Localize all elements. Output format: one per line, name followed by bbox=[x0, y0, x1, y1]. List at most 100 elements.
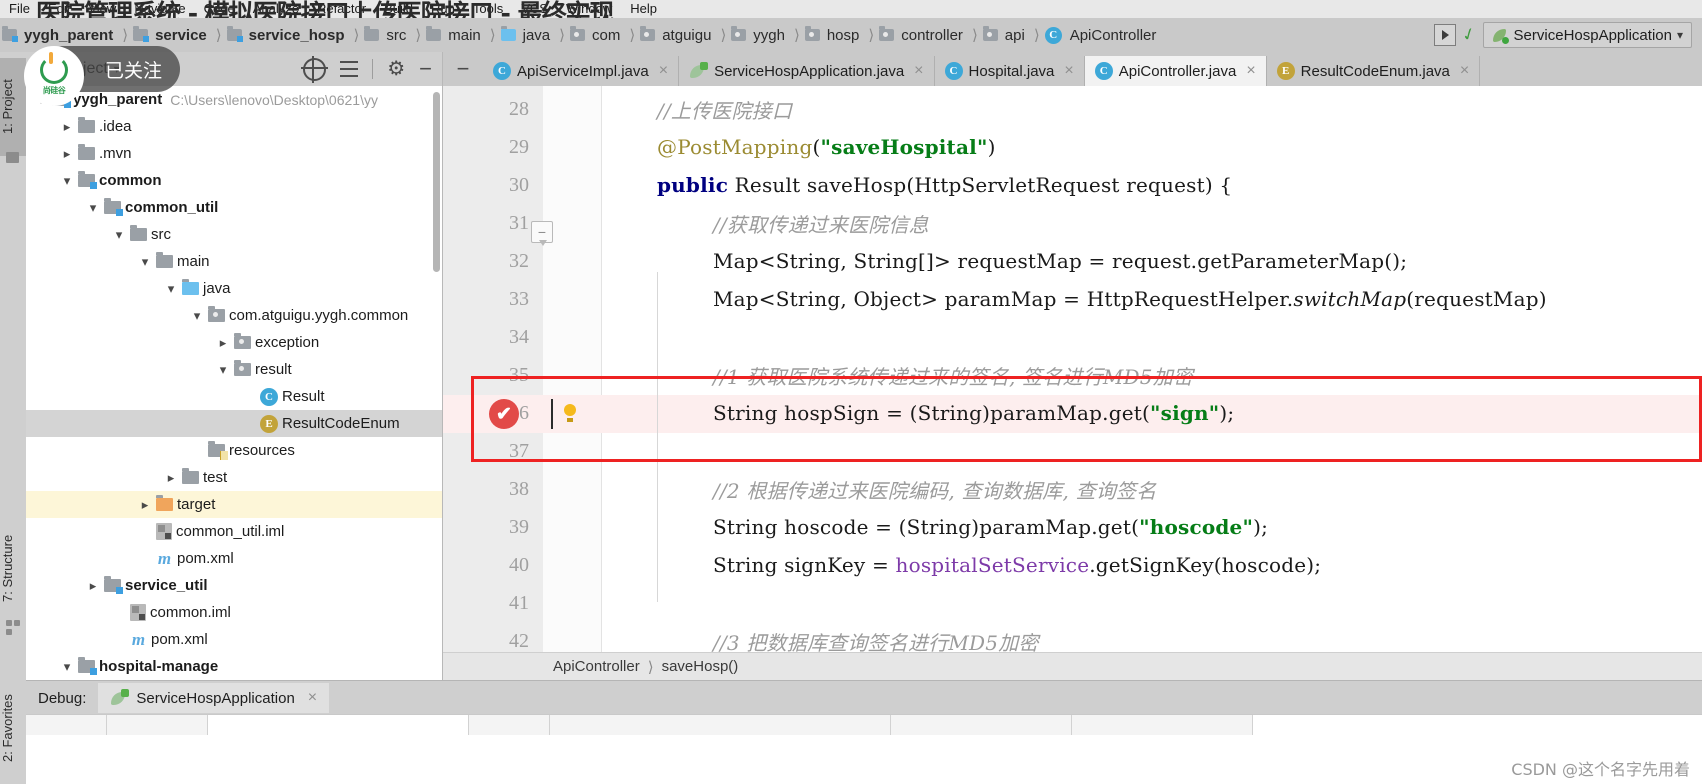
debug-cell[interactable] bbox=[1072, 715, 1253, 735]
code-editor[interactable]: 28 //上传医院接口 29 @PostMapping("saveHospital")… bbox=[443, 86, 1702, 652]
run-configuration-selector[interactable]: ServiceHospApplication ▾ bbox=[1482, 22, 1692, 48]
tree-row-pom-xml[interactable]: m pom.xml bbox=[26, 545, 442, 572]
menu-item-edit[interactable]: Edit bbox=[39, 0, 79, 18]
menu-item-run[interactable]: Run bbox=[422, 0, 464, 18]
tool-tab-structure[interactable]: 7: Structure bbox=[0, 512, 26, 624]
debug-cell[interactable] bbox=[891, 715, 1072, 735]
tree-row-common-util-iml[interactable]: common_util.iml bbox=[26, 518, 442, 545]
code-fold-marker[interactable]: − bbox=[531, 221, 553, 246]
tree-row--mvn[interactable]: ▸ .mvn bbox=[26, 140, 442, 167]
tree-row-pom-xml[interactable]: m pom.xml bbox=[26, 626, 442, 653]
debug-cell[interactable] bbox=[107, 715, 208, 735]
debug-cell[interactable] bbox=[26, 715, 107, 735]
editor-tab-hospital[interactable]: C Hospital.java × bbox=[934, 56, 1085, 86]
tool-tab-project[interactable]: 1: Project bbox=[0, 58, 26, 156]
breakpoint-icon[interactable]: ✔ bbox=[489, 399, 519, 429]
menu-item-view[interactable]: View bbox=[79, 0, 125, 18]
tree-twisty-expanded[interactable]: ▾ bbox=[108, 227, 130, 243]
menu-item-navigate[interactable]: Navigate bbox=[125, 0, 194, 18]
tree-row-result[interactable]: ▾ result bbox=[26, 356, 442, 383]
tree-twisty-collapsed[interactable]: ▸ bbox=[212, 335, 234, 351]
tree-twisty-expanded[interactable]: ▾ bbox=[82, 200, 104, 216]
close-icon[interactable]: × bbox=[914, 62, 923, 80]
tree-row-common-util[interactable]: ▾ common_util bbox=[26, 194, 442, 221]
tree-row-result[interactable]: C Result bbox=[26, 383, 442, 410]
tree-twisty-collapsed[interactable]: ▸ bbox=[56, 119, 78, 135]
tree-row-common[interactable]: ▾ common bbox=[26, 167, 442, 194]
close-icon[interactable]: × bbox=[659, 62, 668, 80]
code-line-39[interactable]: 39 String hoscode = (String)paramMap.get(… bbox=[443, 508, 1702, 546]
tree-row--idea[interactable]: ▸ .idea bbox=[26, 113, 442, 140]
code-line-32[interactable]: 32 Map<String, String[]> requestMap = req… bbox=[443, 242, 1702, 280]
breadcrumb-method-name[interactable]: saveHosp() bbox=[662, 658, 739, 675]
tree-row-service-util[interactable]: ▸ service_util bbox=[26, 572, 442, 599]
menu-item-build[interactable]: Build bbox=[375, 0, 422, 18]
tree-twisty-collapsed[interactable]: ▸ bbox=[160, 470, 182, 486]
breadcrumb-main[interactable]: main bbox=[424, 18, 487, 52]
close-icon[interactable]: × bbox=[1064, 62, 1073, 80]
code-line-33[interactable]: 33 Map<String, Object> paramMap = HttpReq… bbox=[443, 280, 1702, 318]
menu-item-vcs[interactable]: VCS bbox=[512, 0, 557, 18]
tool-tab-favorites[interactable]: 2: Favorites bbox=[0, 672, 26, 784]
editor-tab-servicehospapplication[interactable]: ServiceHospApplication.java × bbox=[679, 56, 935, 86]
tree-row-resultcodeenum[interactable]: E ResultCodeEnum bbox=[26, 410, 442, 437]
editor-tab-apicontroller[interactable]: C ApiController.java × bbox=[1084, 56, 1267, 86]
tree-twisty-expanded[interactable]: ▾ bbox=[134, 254, 156, 270]
hide-tabs-icon[interactable]: − bbox=[443, 52, 483, 86]
build-hammer-icon[interactable]: ✓ bbox=[1459, 23, 1479, 47]
intention-bulb-icon[interactable] bbox=[563, 404, 577, 422]
code-line-31[interactable]: 31 //获取传递过来医院信息 bbox=[443, 204, 1702, 242]
breadcrumb-apicontroller[interactable]: C ApiController bbox=[1043, 18, 1163, 52]
breadcrumb-class-name[interactable]: ApiController bbox=[553, 658, 640, 675]
tree-row-test[interactable]: ▸ test bbox=[26, 464, 442, 491]
code-line-29[interactable]: 29 @PostMapping("saveHospital") bbox=[443, 128, 1702, 166]
tree-row-resources[interactable]: resources bbox=[26, 437, 442, 464]
breadcrumb-api[interactable]: api bbox=[981, 18, 1031, 52]
close-icon[interactable]: × bbox=[308, 689, 317, 707]
tree-row-java[interactable]: ▾ java bbox=[26, 275, 442, 302]
menu-item-tools[interactable]: Tools bbox=[464, 0, 512, 18]
code-line-41[interactable]: 41 bbox=[443, 584, 1702, 622]
editor-tab-apiserviceimpl[interactable]: C ApiServiceImpl.java × bbox=[483, 56, 680, 86]
menu-item-analyze[interactable]: Analyze bbox=[244, 0, 308, 18]
breadcrumb-hosp[interactable]: hosp bbox=[803, 18, 866, 52]
code-line-35[interactable]: 35 //1 获取医院系统传递过来的签名, 签名进行MD5加密 bbox=[443, 356, 1702, 394]
breadcrumb-atguigu[interactable]: atguigu bbox=[638, 18, 717, 52]
code-line-42[interactable]: 42 //3 把数据库查询签名进行MD5加密 bbox=[443, 622, 1702, 653]
tree-row-target[interactable]: ▸ target bbox=[26, 491, 442, 518]
tree-row-hospital-manage[interactable]: ▾ hospital-manage bbox=[26, 653, 442, 680]
project-tree[interactable]: ▾ yygh_parent C:\Users\lenovo\Desktop\0621… bbox=[26, 86, 442, 682]
select-opened-file-icon[interactable] bbox=[301, 55, 329, 83]
debug-cell[interactable] bbox=[550, 715, 891, 735]
debug-cell[interactable] bbox=[469, 715, 550, 735]
code-line-36[interactable]: 36 String hospSign = (String)paramMap.get… bbox=[443, 394, 1702, 432]
menu-item-code[interactable]: Code bbox=[195, 0, 244, 18]
tree-row-main[interactable]: ▾ main bbox=[26, 248, 442, 275]
tree-row-src[interactable]: ▾ src bbox=[26, 221, 442, 248]
code-line-30[interactable]: 30 public Result saveHosp(HttpServletRequ… bbox=[443, 166, 1702, 204]
tree-twisty-expanded[interactable]: ▾ bbox=[56, 659, 78, 675]
tree-row-common-iml[interactable]: common.iml bbox=[26, 599, 442, 626]
breadcrumb-service-hosp[interactable]: service_hosp bbox=[225, 18, 351, 52]
tree-twisty-expanded[interactable]: ▾ bbox=[56, 173, 78, 189]
collapse-all-icon[interactable] bbox=[340, 60, 359, 78]
debug-cell[interactable] bbox=[208, 715, 469, 735]
code-line-40[interactable]: 40 String signKey = hospitalSetService.ge… bbox=[443, 546, 1702, 584]
code-line-28[interactable]: 28 //上传医院接口 bbox=[443, 90, 1702, 128]
tree-row-exception[interactable]: ▸ exception bbox=[26, 329, 442, 356]
menu-item-refactor[interactable]: Refactor bbox=[308, 0, 375, 18]
menu-item-help[interactable]: Help bbox=[621, 0, 666, 18]
breadcrumb-com[interactable]: com bbox=[568, 18, 626, 52]
breadcrumb-yygh[interactable]: yygh bbox=[729, 18, 791, 52]
tree-row-com-atguigu-yygh-common[interactable]: ▾ com.atguigu.yygh.common bbox=[26, 302, 442, 329]
close-icon[interactable]: × bbox=[1460, 62, 1469, 80]
code-line-38[interactable]: 38 //2 根据传递过来医院编码, 查询数据库, 查询签名 bbox=[443, 470, 1702, 508]
breadcrumb-controller[interactable]: controller bbox=[877, 18, 969, 52]
tree-twisty-collapsed[interactable]: ▸ bbox=[56, 146, 78, 162]
code-line-34[interactable]: 34 bbox=[443, 318, 1702, 356]
project-tree-scrollbar[interactable] bbox=[433, 92, 440, 272]
tree-twisty-collapsed[interactable]: ▸ bbox=[134, 497, 156, 513]
tree-twisty-expanded[interactable]: ▾ bbox=[160, 281, 182, 297]
tree-twisty-collapsed[interactable]: ▸ bbox=[82, 578, 104, 594]
editor-tab-resultcodeenum[interactable]: E ResultCodeEnum.java × bbox=[1266, 56, 1481, 86]
